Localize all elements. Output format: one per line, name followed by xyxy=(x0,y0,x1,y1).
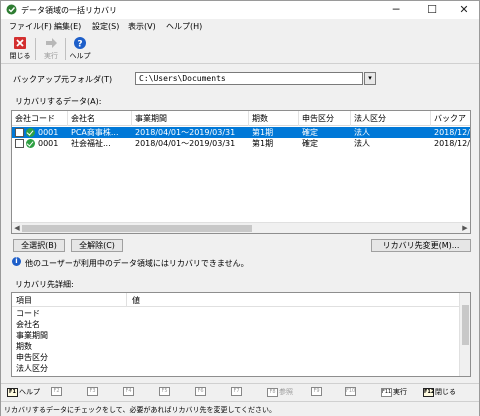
f9-key[interactable]: F9 xyxy=(311,387,323,399)
col-company-code[interactable]: 会社コード xyxy=(12,111,68,126)
cell-name: PCA商事株... xyxy=(71,128,119,137)
menu-settings[interactable]: 設定(S) xyxy=(92,21,119,32)
close-window-button[interactable]: ✕ xyxy=(449,1,479,19)
row-checkbox[interactable] xyxy=(15,139,24,148)
col-filing[interactable]: 申告区分 xyxy=(299,111,351,126)
check-circle-icon xyxy=(26,139,35,148)
close-tool-button[interactable]: 閉じる xyxy=(7,36,33,62)
cell-name: 社会福祉... xyxy=(71,139,111,148)
f5-key[interactable]: F5 xyxy=(159,387,171,399)
col-term[interactable]: 期数 xyxy=(249,111,299,126)
recover-data-label: リカバリするデータ(A): xyxy=(15,97,102,106)
row-checkbox[interactable] xyxy=(15,128,24,137)
menu-bar: ファイル(F) 編集(E) 設定(S) 表示(V) ヘルプ(H) xyxy=(1,19,479,33)
toolbar-separator xyxy=(65,38,66,60)
help-icon: ? xyxy=(74,37,86,50)
close-icon xyxy=(14,37,26,49)
folder-dropdown-button[interactable]: ▾ xyxy=(364,72,376,85)
f11-run-key[interactable]: F11 実行 xyxy=(381,387,407,399)
check-circle-icon xyxy=(26,128,35,137)
col-company-name[interactable]: 会社名 xyxy=(68,111,132,126)
minimize-button[interactable]: ─ xyxy=(381,1,411,19)
f6-key[interactable]: F6 xyxy=(195,387,207,399)
help-tool-label: ヘルプ xyxy=(69,52,91,60)
col-backup[interactable]: バックア xyxy=(431,111,470,126)
run-tool-button[interactable]: 実行 xyxy=(38,36,64,62)
vertical-scrollbar[interactable] xyxy=(459,293,470,376)
status-text: リカバリするデータにチェックをして、必要があればリカバリ先を変更してください。 xyxy=(4,406,277,414)
f8-browse-key[interactable]: F8 参照 xyxy=(267,387,293,399)
menu-view[interactable]: 表示(V) xyxy=(128,21,156,32)
cell-corp: 法人 xyxy=(354,128,370,137)
title-bar: データ領域の一括リカバリ ─ ☐ ✕ xyxy=(1,1,479,19)
detail-label: リカバリ先詳細: xyxy=(15,280,74,289)
col-period[interactable]: 事業期間 xyxy=(132,111,249,126)
f7-key[interactable]: F7 xyxy=(231,387,243,399)
table-header: 会社コード 会社名 事業期間 期数 申告区分 法人区分 バックア xyxy=(12,111,470,126)
detail-row: 法人区分 xyxy=(16,364,48,373)
cell-corp: 法人 xyxy=(354,139,370,148)
recovery-window: データ領域の一括リカバリ ─ ☐ ✕ ファイル(F) 編集(E) 設定(S) 表… xyxy=(0,0,480,416)
header-divider xyxy=(12,306,460,307)
scroll-thumb[interactable] xyxy=(22,225,252,232)
cell-backup: 2018/12/ xyxy=(434,139,470,148)
menu-file[interactable]: ファイル(F) xyxy=(9,21,52,32)
f4-key[interactable]: F4 xyxy=(123,387,135,399)
window-title: データ領域の一括リカバリ xyxy=(21,6,117,15)
app-icon xyxy=(6,4,17,15)
run-tool-label: 実行 xyxy=(44,52,58,60)
info-icon: i xyxy=(12,257,21,266)
f10-key[interactable]: F10 xyxy=(345,387,357,399)
cell-period: 2018/04/01～2019/03/31 xyxy=(135,128,236,137)
status-bar: リカバリするデータにチェックをして、必要があればリカバリ先を変更してください。 xyxy=(1,401,479,416)
detail-row: 期数 xyxy=(16,342,32,351)
menu-help[interactable]: ヘルプ(H) xyxy=(166,21,202,32)
close-tool-label: 閉じる xyxy=(9,52,31,60)
info-message: 他のユーザーが利用中のデータ領域にはリカバリできません。 xyxy=(25,259,249,268)
f1-help-key[interactable]: F1 ヘルプ xyxy=(7,387,40,399)
table-row[interactable]: 0001 社会福祉... 2018/04/01～2019/03/31 第1期 確… xyxy=(12,138,470,149)
horizontal-scrollbar[interactable]: ◀ ▶ xyxy=(12,222,470,233)
scroll-thumb[interactable] xyxy=(462,305,469,345)
menu-edit[interactable]: 編集(E) xyxy=(54,21,81,32)
detail-col-item: 項目 xyxy=(16,296,32,305)
f2-key[interactable]: F2 xyxy=(51,387,63,399)
svg-text:?: ? xyxy=(77,40,82,50)
cell-term: 第1期 xyxy=(252,139,274,148)
function-key-bar: F1 ヘルプ F2 F3 F4 F5 F6 F7 F8 参照 F9 F10 F11 実… xyxy=(1,383,479,400)
help-tool-button[interactable]: ? ヘルプ xyxy=(67,36,93,62)
cell-filing: 確定 xyxy=(302,139,318,148)
change-destination-button[interactable]: リカバリ先変更(M)... xyxy=(371,239,471,252)
detail-col-value: 値 xyxy=(132,296,140,305)
col-corp[interactable]: 法人区分 xyxy=(351,111,431,126)
backup-folder-label: バックアップ元フォルダ(T) xyxy=(13,75,113,84)
chevron-down-icon: ▾ xyxy=(368,74,372,82)
cell-term: 第1期 xyxy=(252,128,274,137)
cell-filing: 確定 xyxy=(302,128,318,137)
column-divider xyxy=(126,293,127,306)
toolbar: 閉じる 実行 ? ヘルプ xyxy=(1,34,479,64)
select-all-button[interactable]: 全選択(B) xyxy=(13,239,65,252)
recovery-data-table: 会社コード 会社名 事業期間 期数 申告区分 法人区分 バックア 0001 PC… xyxy=(11,110,471,234)
f12-close-key[interactable]: F12閉じる xyxy=(423,387,456,399)
detail-row: 申告区分 xyxy=(16,353,48,362)
recovery-detail-list: 項目 値 コード 会社名 事業期間 期数 申告区分 法人区分 xyxy=(11,292,471,377)
deselect-all-button[interactable]: 全解除(C) xyxy=(71,239,123,252)
table-row[interactable]: 0001 PCA商事株... 2018/04/01～2019/03/31 第1期… xyxy=(12,127,470,138)
detail-row: 会社名 xyxy=(16,320,40,329)
cell-code: 0001 xyxy=(38,128,59,137)
detail-row: コード xyxy=(16,309,40,318)
cell-backup: 2018/12/ xyxy=(434,128,470,137)
toolbar-separator xyxy=(35,38,36,60)
arrow-right-icon xyxy=(46,38,57,48)
cell-period: 2018/04/01～2019/03/31 xyxy=(135,139,236,148)
scroll-right-icon[interactable]: ▶ xyxy=(460,223,470,233)
scroll-left-icon[interactable]: ◀ xyxy=(12,223,22,233)
backup-folder-input[interactable]: C:\Users\Documents xyxy=(135,72,363,85)
cell-code: 0001 xyxy=(38,139,59,148)
f3-key[interactable]: F3 xyxy=(87,387,99,399)
detail-row: 事業期間 xyxy=(16,331,48,340)
maximize-button[interactable]: ☐ xyxy=(417,1,447,19)
